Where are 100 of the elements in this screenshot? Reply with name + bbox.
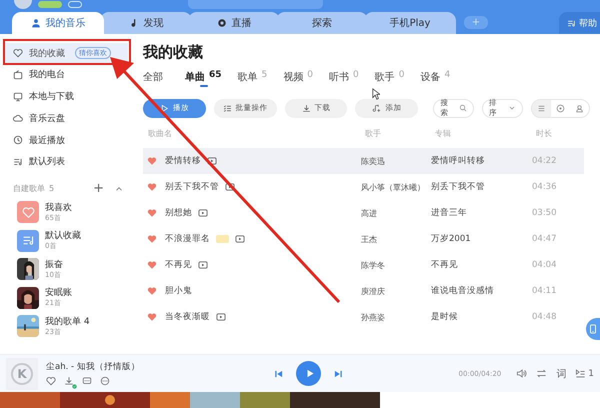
- heart-icon[interactable]: [147, 260, 157, 270]
- duration-cell: 04:36: [532, 182, 556, 192]
- sidebar-item[interactable]: 本地与下载: [5, 86, 128, 107]
- table-row[interactable]: 爱情转移 陈奕迅 爱情呼叫转移 04:22: [143, 148, 584, 174]
- album-cell-text: 别丢下我不管: [431, 181, 486, 193]
- section-title: 自建歌单: [13, 183, 45, 194]
- radio-icon: [13, 70, 23, 80]
- heart-icon[interactable]: [147, 312, 157, 322]
- video-icon[interactable]: [235, 234, 245, 244]
- video-icon[interactable]: [198, 208, 208, 218]
- duration-cell: 03:50: [532, 208, 556, 218]
- duration-cell: 04:11: [532, 286, 556, 296]
- table-row[interactable]: 当冬夜渐暖 孙燕姿 是时候 04:48: [143, 304, 584, 330]
- play-icon: [160, 104, 169, 112]
- table-row[interactable]: 胆小鬼 庾澄庆 谁说电音没感情 04:11: [143, 278, 584, 304]
- playlist-name[interactable]: 振奋: [45, 258, 63, 271]
- song-title: 不再见: [165, 259, 192, 271]
- song-title: 别丢下我不管: [165, 181, 219, 193]
- video-icon[interactable]: [225, 182, 235, 192]
- search-icon: [459, 104, 468, 112]
- video-icon[interactable]: [207, 156, 217, 166]
- repeat-icon[interactable]: [536, 368, 548, 379]
- heart-icon[interactable]: [147, 208, 157, 218]
- filter-tab[interactable]: 全部: [143, 70, 163, 87]
- download-icon[interactable]: [64, 376, 74, 386]
- table-row[interactable]: 不再见 陈学冬 不再见 04:04: [143, 252, 584, 278]
- track-title: 尘ah. - 知我（抒情版）: [46, 361, 141, 374]
- duration-cell: 04:22: [532, 156, 556, 166]
- playlist-icon: [13, 156, 23, 167]
- table-row[interactable]: 不浪漫罪名 王杰 万岁2001 04:47: [143, 226, 584, 252]
- user-icon: [30, 18, 40, 28]
- artist-cell-text: 陈学冬: [361, 260, 386, 270]
- add-music-icon: [372, 104, 382, 112]
- table-row[interactable]: 别想她 高进 进音三年 03:50: [143, 200, 584, 226]
- sidebar-item[interactable]: 最近播放: [5, 130, 128, 150]
- playlist-icon: [567, 18, 576, 28]
- sidebar-item[interactable]: 我的电台: [5, 64, 128, 85]
- lyrics-button[interactable]: 词: [556, 366, 566, 380]
- filter-tab[interactable]: 设备 4: [420, 70, 450, 87]
- playlist-name[interactable]: 安眠账: [45, 287, 72, 300]
- previous-icon[interactable]: [274, 368, 284, 378]
- next-icon[interactable]: [333, 368, 343, 378]
- playlist-icon: [22, 234, 34, 248]
- monitor-icon: [13, 92, 23, 102]
- comment-icon[interactable]: [82, 376, 92, 386]
- album-cell-text: 进音三年: [431, 207, 468, 219]
- artist-cell-text: 陈奕迅: [361, 156, 386, 166]
- heart-icon[interactable]: [147, 286, 157, 296]
- artist-cell-text: 庾澄庆: [361, 286, 386, 296]
- nav-tab[interactable]: 探索: [276, 12, 368, 34]
- checklist-icon: [222, 104, 232, 112]
- nav-tab[interactable]: 发现: [100, 12, 192, 34]
- video-icon[interactable]: [216, 312, 226, 322]
- view-button[interactable]: [532, 100, 552, 116]
- help-button[interactable]: 帮助: [559, 12, 600, 34]
- vip-badge-icon: [216, 235, 229, 243]
- phone-icon: [588, 324, 598, 334]
- nav-tab[interactable]: 手机Play: [364, 12, 456, 34]
- queue-button[interactable]: 1: [575, 368, 594, 379]
- filter-tab[interactable]: 视频 0: [283, 70, 313, 87]
- album-cell-text: 谁说电音没感情: [431, 285, 495, 297]
- sidebar-item[interactable]: 默认列表: [5, 152, 128, 172]
- filter-tab[interactable]: 歌手 0: [374, 70, 404, 87]
- list-view-icon: [537, 104, 546, 112]
- add-playlist-button[interactable]: +: [93, 181, 104, 196]
- playlist-name[interactable]: 我的歌单 4: [45, 316, 90, 328]
- member-badge-icon: [38, 1, 62, 8]
- playlist-count: 5: [49, 184, 54, 194]
- duration-cell: 04:48: [532, 312, 556, 322]
- volume-icon[interactable]: [516, 368, 528, 379]
- video-icon[interactable]: [198, 260, 208, 270]
- record-icon: [216, 18, 226, 28]
- song-title: 胆小鬼: [165, 285, 192, 297]
- heart-icon[interactable]: [147, 234, 157, 244]
- level-badge-icon: [68, 1, 82, 8]
- more-icon[interactable]: [100, 376, 110, 386]
- heart-icon: [22, 206, 34, 219]
- sidebar-item[interactable]: 音乐云盘: [5, 108, 128, 128]
- filter-tab[interactable]: 单曲 65: [185, 70, 222, 87]
- artist-cell-text: 孙燕姿: [361, 312, 386, 322]
- playlist-name[interactable]: 默认收藏: [45, 230, 81, 242]
- playlist-name[interactable]: 我喜欢: [45, 202, 72, 214]
- filter-tab[interactable]: 听书 0: [329, 70, 359, 87]
- nav-tab[interactable]: 直播: [188, 12, 280, 34]
- album-cell-text: 是时候: [431, 311, 459, 323]
- heart-icon[interactable]: [147, 156, 157, 166]
- nav-tab[interactable]: 我的音乐: [12, 12, 104, 34]
- album-cell-text: 不再见: [431, 259, 459, 271]
- heart-icon[interactable]: [46, 376, 56, 386]
- download-icon: [302, 104, 311, 112]
- artist-cell-text: 风小筝（覃沐曦）: [361, 182, 426, 192]
- play-button[interactable]: [296, 361, 321, 386]
- table-row[interactable]: 别丢下我不管 风小筝（覃沐曦） 别丢下我不管 04:36: [143, 174, 584, 200]
- heart-icon[interactable]: [147, 182, 157, 192]
- artist-cell-text: 王杰: [361, 234, 378, 244]
- music-note-icon: [128, 18, 138, 28]
- filter-tab[interactable]: 歌单 5: [238, 70, 268, 87]
- queue-icon: [575, 368, 586, 379]
- phone-button[interactable]: [586, 318, 600, 340]
- person-icon: [575, 104, 584, 112]
